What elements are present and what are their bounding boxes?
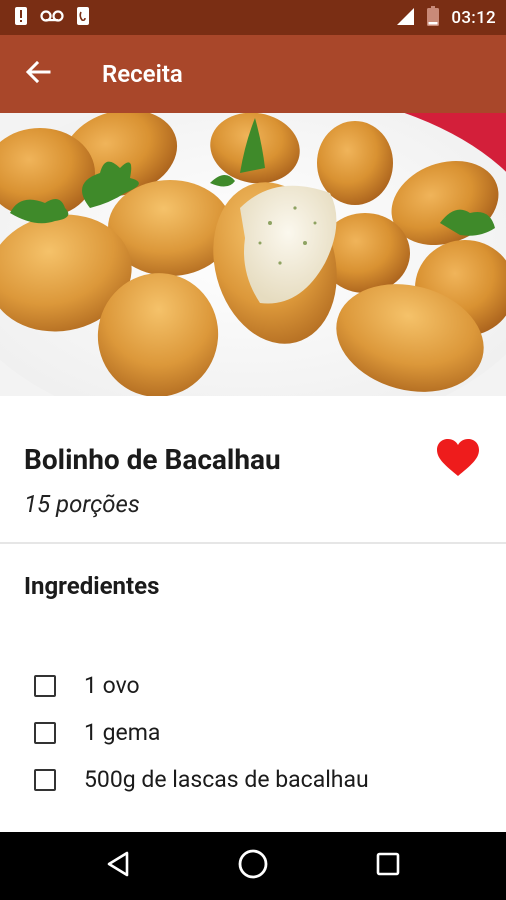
back-button[interactable] <box>0 35 76 113</box>
status-left-icons <box>14 6 90 30</box>
ingredient-label: 1 ovo <box>84 672 140 699</box>
arrow-left-icon <box>25 60 51 88</box>
app-bar: Receita <box>0 35 506 113</box>
ingredients-list: 1 ovo 1 gema 500g de lascas de bacalhau <box>0 662 506 796</box>
favorite-button[interactable] <box>436 438 480 482</box>
divider <box>0 542 506 544</box>
nav-back-button[interactable] <box>88 836 148 896</box>
ingredients-heading: Ingredientes <box>24 572 160 600</box>
navigation-bar <box>0 832 506 900</box>
status-bar: 03:12 <box>0 0 506 35</box>
ingredient-checkbox[interactable] <box>34 674 56 697</box>
nav-home-button[interactable] <box>223 836 283 896</box>
ingredient-label: 500g de lascas de bacalhau <box>84 766 369 793</box>
ingredient-checkbox[interactable] <box>34 768 56 791</box>
page-title: Receita <box>102 60 183 88</box>
recipe-title: Bolinho de Bacalhau <box>24 442 281 476</box>
battery-icon <box>427 5 440 30</box>
recipe-photo <box>0 113 506 396</box>
status-right-icons: 03:12 <box>395 5 496 30</box>
list-item: 500g de lascas de bacalhau <box>0 756 506 796</box>
status-time: 03:12 <box>451 7 496 28</box>
back-triangle-icon <box>106 851 130 881</box>
recents-square-icon <box>376 852 400 880</box>
recipe-content: Bolinho de Bacalhau 15 porções Ingredien… <box>0 396 506 600</box>
home-circle-icon <box>237 848 269 884</box>
list-item: 1 gema <box>0 709 506 756</box>
signal-icon <box>395 6 415 30</box>
nav-recents-button[interactable] <box>358 836 418 896</box>
heart-icon <box>436 439 480 482</box>
voicemail-icon <box>40 8 64 27</box>
ingredient-checkbox[interactable] <box>34 721 56 744</box>
ingredient-label: 1 gema <box>84 719 161 746</box>
sim-icon <box>76 6 90 30</box>
alert-icon <box>14 6 28 30</box>
list-item: 1 ovo <box>0 662 506 709</box>
portions-text: 15 porções <box>24 490 140 518</box>
